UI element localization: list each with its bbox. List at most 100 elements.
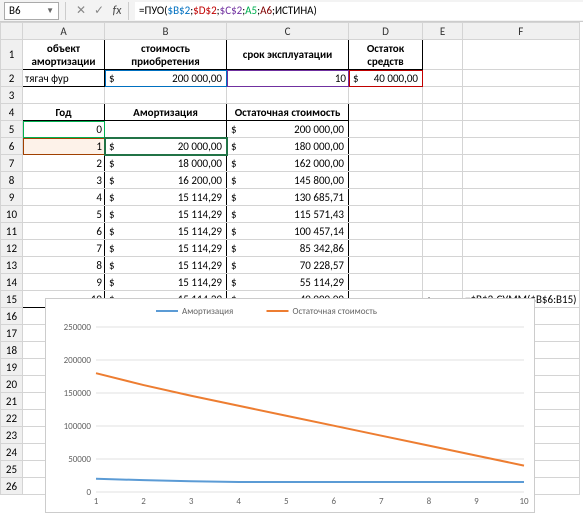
cell-A7[interactable]: 2 xyxy=(23,155,105,172)
cell-A11[interactable]: 6 xyxy=(23,223,105,240)
cell-F14[interactable] xyxy=(463,274,580,291)
row-header[interactable]: 24 xyxy=(1,444,23,461)
cell-D5[interactable] xyxy=(349,121,423,138)
cell-B10[interactable]: $15 114,29 xyxy=(105,206,227,223)
formula-input[interactable]: =ПУО( $B$2; $D$2; $C$2; A5; A6; ИСТИНА ) xyxy=(135,2,583,20)
cell-A12[interactable]: 7 xyxy=(23,240,105,257)
cell-F3[interactable] xyxy=(463,87,580,104)
cell-A9[interactable]: 4 xyxy=(23,189,105,206)
cell-B11[interactable]: $15 114,29 xyxy=(105,223,227,240)
cell-B7[interactable]: $18 000,00 xyxy=(105,155,227,172)
row-header[interactable]: 26 xyxy=(1,478,23,495)
row-header[interactable]: 2 xyxy=(1,70,23,87)
cell-B14[interactable]: $15 114,29 xyxy=(105,274,227,291)
cell-F10[interactable] xyxy=(463,206,580,223)
row-header[interactable]: 12 xyxy=(1,240,23,257)
cell-C12[interactable]: $85 342,86 xyxy=(227,240,349,257)
cell-F4[interactable] xyxy=(463,104,580,121)
cell-A14[interactable]: 9 xyxy=(23,274,105,291)
col-header-C[interactable]: C xyxy=(227,23,349,40)
select-all-corner[interactable] xyxy=(1,23,23,40)
cell-B2[interactable]: $200 000,00 xyxy=(105,70,227,87)
cell-F13[interactable] xyxy=(463,257,580,274)
cell-D2[interactable]: $40 000,00 xyxy=(349,70,423,87)
cell-C2[interactable]: 10 xyxy=(227,70,349,87)
cell-F5[interactable] xyxy=(463,121,580,138)
row-header[interactable]: 14 xyxy=(1,274,23,291)
cell-B1[interactable]: стоимость приобретения xyxy=(105,40,227,70)
cell-C1[interactable]: срок эксплуатации xyxy=(227,40,349,70)
cell-C7[interactable]: $162 000,00 xyxy=(227,155,349,172)
cell-E4[interactable] xyxy=(423,104,463,121)
col-header-F[interactable]: F xyxy=(463,23,580,40)
cell-D1[interactable]: Остаток средств xyxy=(349,40,423,70)
cell-F12[interactable] xyxy=(463,240,580,257)
row-header[interactable]: 8 xyxy=(1,172,23,189)
col-header-B[interactable]: B xyxy=(105,23,227,40)
cell-B9[interactable]: $15 114,29 xyxy=(105,189,227,206)
cell-D6[interactable] xyxy=(349,138,423,155)
cell-E12[interactable] xyxy=(423,240,463,257)
cell-A5[interactable]: 0 xyxy=(23,121,105,138)
row-header[interactable]: 1 xyxy=(1,40,23,70)
col-header-D[interactable]: D xyxy=(349,23,423,40)
cell-C9[interactable]: $130 685,71 xyxy=(227,189,349,206)
cell-E5[interactable] xyxy=(423,121,463,138)
cell-C13[interactable]: $70 228,57 xyxy=(227,257,349,274)
cell-E2[interactable] xyxy=(423,70,463,87)
row-header[interactable]: 6 xyxy=(1,138,23,155)
cell-E9[interactable] xyxy=(423,189,463,206)
cell-E8[interactable] xyxy=(423,172,463,189)
cell-B8[interactable]: $16 200,00 xyxy=(105,172,227,189)
cell-D8[interactable] xyxy=(349,172,423,189)
cell-D11[interactable] xyxy=(349,223,423,240)
row-header[interactable]: 18 xyxy=(1,342,23,359)
cell-F8[interactable] xyxy=(463,172,580,189)
cell-B4[interactable]: Амортизация xyxy=(105,104,227,121)
cancel-icon[interactable]: ✕ xyxy=(72,3,90,18)
cell-A10[interactable]: 5 xyxy=(23,206,105,223)
row-header[interactable]: 21 xyxy=(1,393,23,410)
row-header[interactable]: 4 xyxy=(1,104,23,121)
cell-C11[interactable]: $100 457,14 xyxy=(227,223,349,240)
cell-D14[interactable] xyxy=(349,274,423,291)
cell-C4[interactable]: Остаточная стоимость xyxy=(227,104,349,121)
cell-F11[interactable] xyxy=(463,223,580,240)
row-header[interactable]: 23 xyxy=(1,427,23,444)
cell-D10[interactable] xyxy=(349,206,423,223)
cell-D12[interactable] xyxy=(349,240,423,257)
row-header[interactable]: 9 xyxy=(1,189,23,206)
row-header[interactable]: 22 xyxy=(1,410,23,427)
cell-E1[interactable] xyxy=(423,40,463,70)
cell-A2[interactable]: тягач фур xyxy=(23,70,105,87)
cell-D9[interactable] xyxy=(349,189,423,206)
cell-E13[interactable] xyxy=(423,257,463,274)
cell-C3[interactable] xyxy=(227,87,349,104)
row-header[interactable]: 13 xyxy=(1,257,23,274)
row-header[interactable]: 11 xyxy=(1,223,23,240)
cell-B12[interactable]: $15 114,29 xyxy=(105,240,227,257)
cell-E10[interactable] xyxy=(423,206,463,223)
row-header[interactable]: 10 xyxy=(1,206,23,223)
cell-C14[interactable]: $55 114,29 xyxy=(227,274,349,291)
cell-D7[interactable] xyxy=(349,155,423,172)
cell-F7[interactable] xyxy=(463,155,580,172)
cell-D4[interactable] xyxy=(349,104,423,121)
cell-F2[interactable] xyxy=(463,70,580,87)
cell-E14[interactable] xyxy=(423,274,463,291)
row-header[interactable]: 20 xyxy=(1,376,23,393)
cell-C10[interactable]: $115 571,43 xyxy=(227,206,349,223)
cell-E6[interactable] xyxy=(423,138,463,155)
cell-B3[interactable] xyxy=(105,87,227,104)
cell-E3[interactable] xyxy=(423,87,463,104)
row-header[interactable]: 15 xyxy=(1,291,23,308)
cell-C6[interactable]: $180 000,00 xyxy=(227,138,349,155)
row-header[interactable]: 3 xyxy=(1,87,23,104)
col-header-A[interactable]: A xyxy=(23,23,105,40)
cell-F1[interactable] xyxy=(463,40,580,70)
chart[interactable]: 0500001000001500002000002500001234567891… xyxy=(45,298,535,513)
cell-B6[interactable]: $20 000,00 xyxy=(105,138,227,155)
cell-D13[interactable] xyxy=(349,257,423,274)
row-header[interactable]: 19 xyxy=(1,359,23,376)
row-header[interactable]: 7 xyxy=(1,155,23,172)
